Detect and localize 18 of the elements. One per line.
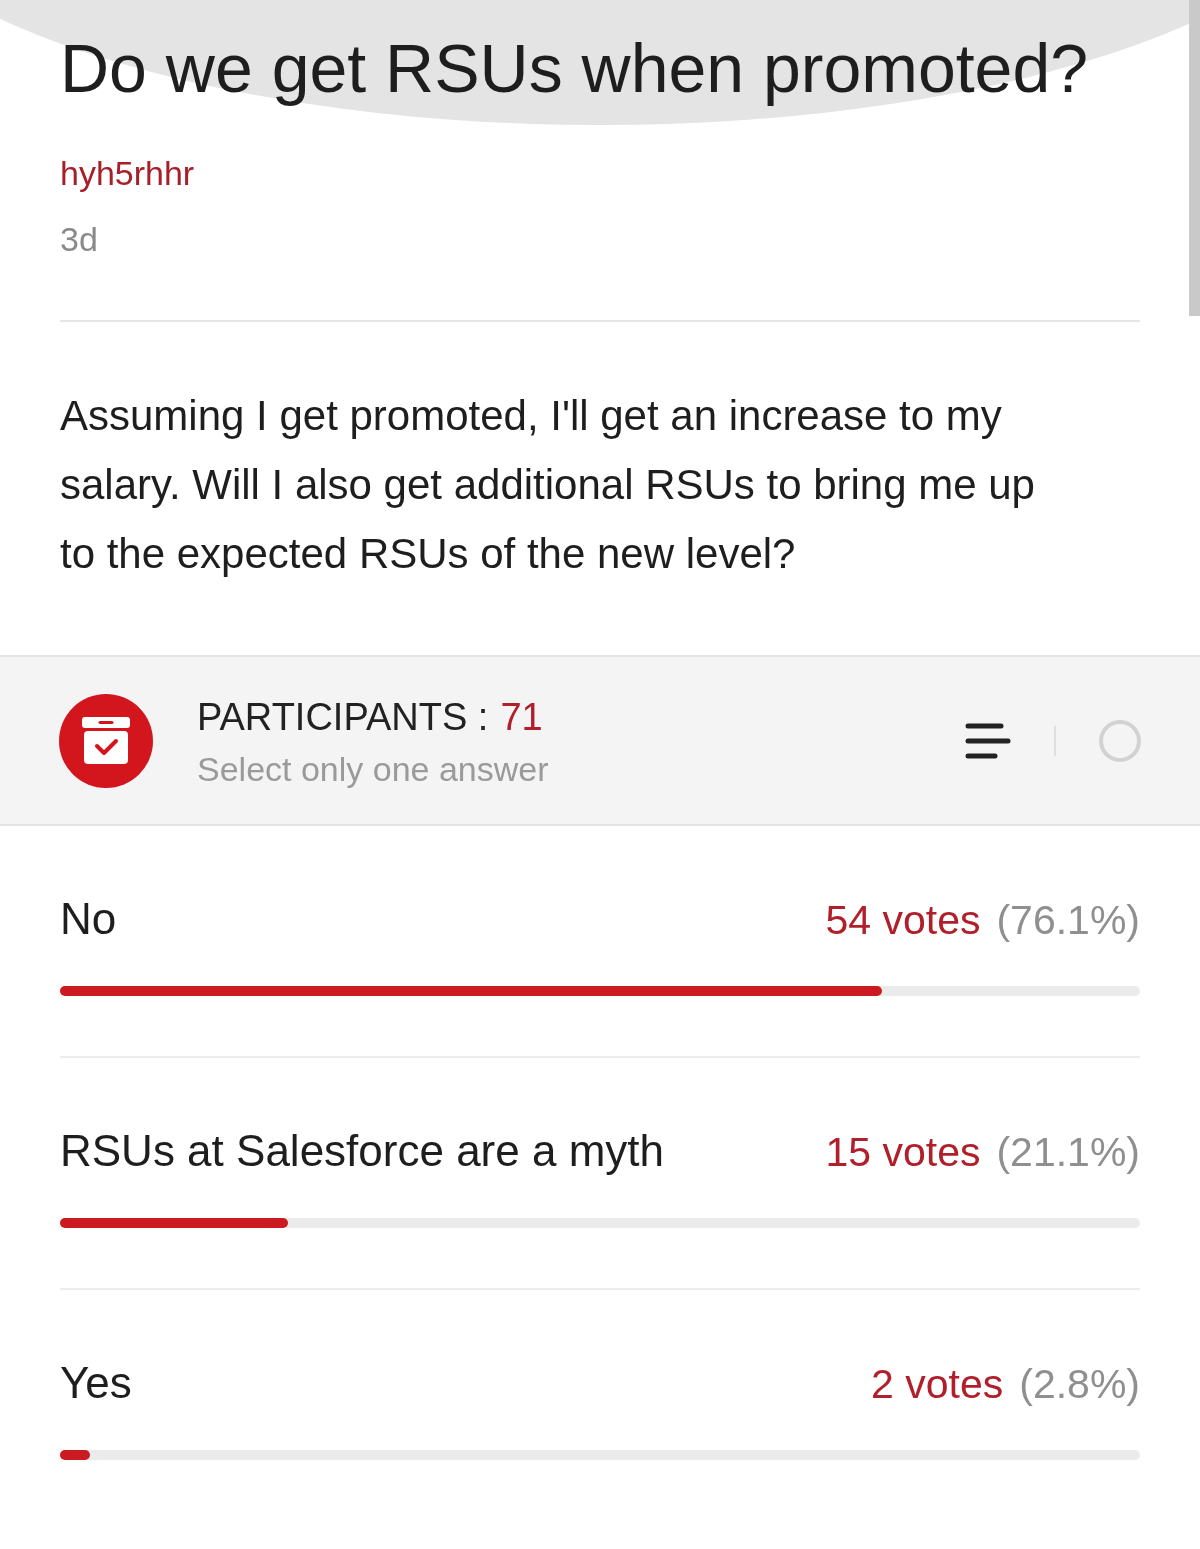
vote-count: 54 votes (825, 896, 981, 945)
option-label: Yes (60, 1357, 132, 1409)
author-name[interactable]: hyh5rhhr (60, 153, 195, 193)
post-age: 3d (60, 219, 98, 259)
post-title: Do we get RSUs when promoted? (60, 29, 1089, 108)
checked-box-icon (59, 693, 153, 788)
option-label: No (60, 893, 117, 945)
vote-percentage: (2.8%) (1019, 1360, 1140, 1409)
vote-percentage: (76.1%) (996, 896, 1140, 945)
option-label: RSUs at Salesforce are a myth (60, 1125, 664, 1177)
vote-count: 2 votes (871, 1360, 1004, 1409)
post-body: Assuming I get promoted, I'll get an increase to my salary. Will I also get additional RSUs to bring me up to the expected RSUs of the new level? (60, 391, 1036, 579)
participants-count: 71 (500, 694, 543, 740)
vote-percentage: (21.1%) (996, 1128, 1140, 1177)
sort-icon[interactable] (965, 721, 1011, 760)
participants-label: PARTICIPANTS : (197, 694, 489, 740)
answer-instruction: Select only one answer (197, 748, 549, 789)
vote-count: 15 votes (825, 1128, 981, 1177)
